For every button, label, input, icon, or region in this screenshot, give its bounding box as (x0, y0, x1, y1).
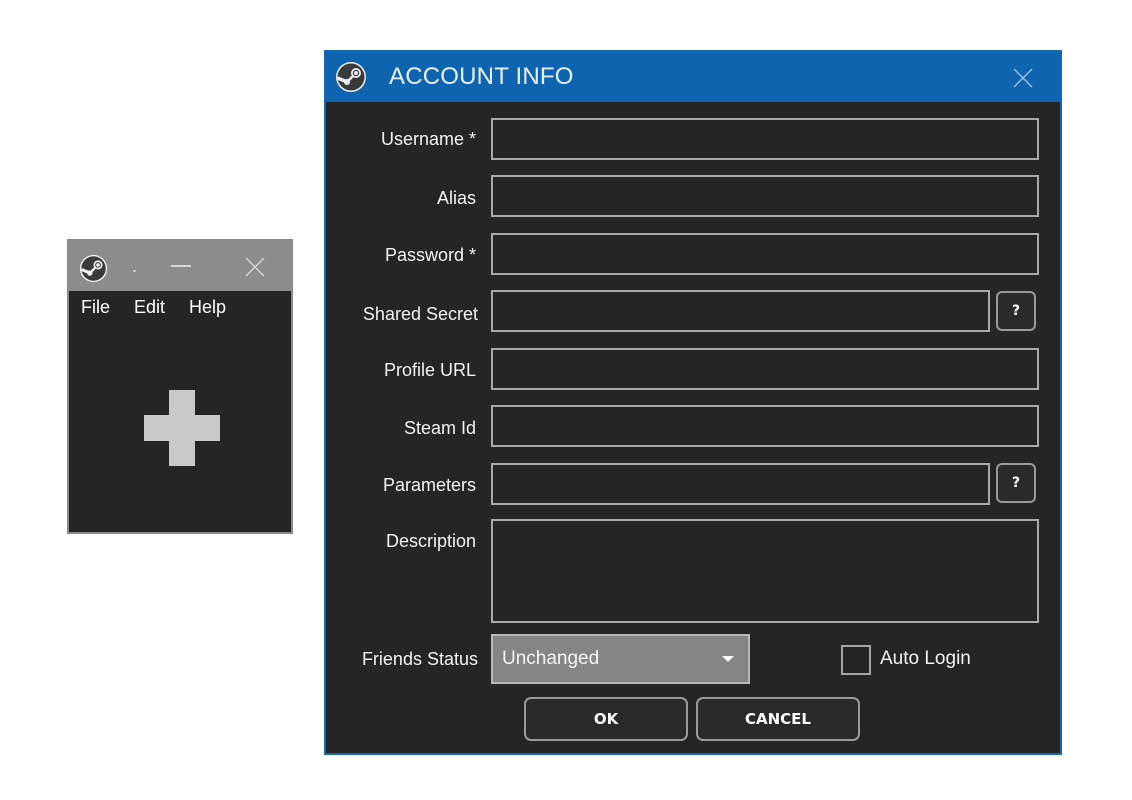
chevron-down-icon (722, 656, 734, 662)
shared-secret-label: Shared Secret (362, 304, 478, 324)
menu-bar: File Edit Help (81, 297, 226, 318)
friends-status-label: Friends Status (361, 649, 478, 669)
dialog-titlebar[interactable]: ACCOUNT INFO (326, 52, 1060, 102)
ok-button[interactable]: OK (524, 697, 688, 741)
alias-label: Alias (436, 188, 476, 208)
friends-status-dropdown[interactable]: Unchanged (491, 634, 750, 684)
username-label: Username * (380, 129, 476, 149)
steam-logo-icon (336, 62, 366, 92)
description-label: Description (385, 531, 476, 551)
steam-logo-icon (79, 254, 108, 283)
steam-id-field[interactable] (491, 405, 1039, 447)
main-window-titlebar[interactable]: . (69, 241, 291, 291)
description-field[interactable] (491, 519, 1039, 623)
auto-login-label[interactable]: Auto Login (880, 648, 971, 670)
shared-secret-field[interactable] (491, 290, 990, 332)
auto-login-checkbox[interactable] (841, 645, 871, 675)
username-field[interactable] (491, 118, 1039, 160)
close-icon[interactable] (243, 255, 267, 279)
shared-secret-help-button[interactable]: ? (996, 291, 1036, 331)
password-label: Password * (384, 245, 476, 265)
account-info-dialog: ACCOUNT INFO Username * Alias Password *… (324, 50, 1062, 755)
menu-help[interactable]: Help (189, 297, 226, 318)
dialog-title: ACCOUNT INFO (389, 63, 574, 90)
parameters-field[interactable] (491, 463, 990, 505)
close-icon[interactable] (1012, 67, 1034, 89)
add-account-button[interactable] (144, 390, 220, 466)
main-window-title: . (132, 257, 138, 276)
profile-url-label: Profile URL (383, 360, 476, 380)
cancel-button[interactable]: CANCEL (696, 697, 860, 741)
minimize-icon[interactable] (171, 265, 191, 267)
parameters-label: Parameters (382, 475, 476, 495)
menu-file[interactable]: File (81, 297, 110, 318)
menu-edit[interactable]: Edit (134, 297, 165, 318)
main-window: . File Edit Help (67, 239, 293, 534)
steam-id-label: Steam Id (403, 418, 476, 438)
password-field[interactable] (491, 233, 1039, 275)
alias-field[interactable] (491, 175, 1039, 217)
friends-status-value: Unchanged (502, 648, 600, 669)
profile-url-field[interactable] (491, 348, 1039, 390)
parameters-help-button[interactable]: ? (996, 463, 1036, 503)
